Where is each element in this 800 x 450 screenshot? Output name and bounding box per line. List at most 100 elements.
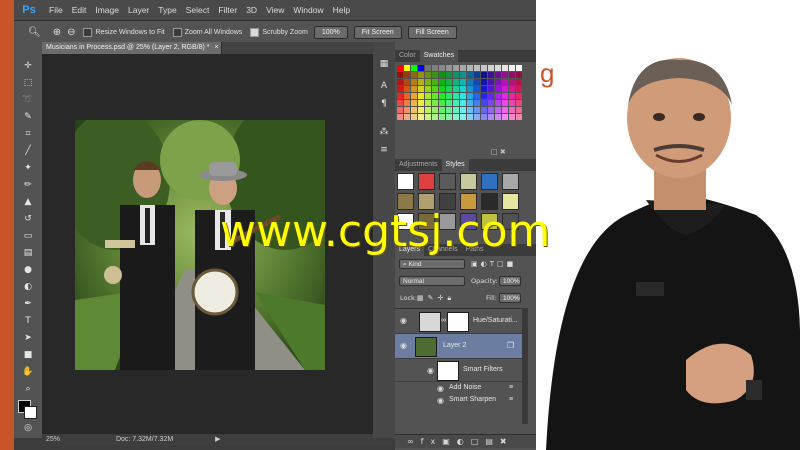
rectangle-tool-icon[interactable]: ■ [21,349,35,362]
swatch-chip[interactable] [509,100,515,106]
swatch-chip[interactable] [425,100,431,106]
visibility-eye-icon[interactable]: ◉ [437,396,444,405]
swatch-chip[interactable] [432,79,438,85]
style-preset[interactable] [460,173,477,190]
swatch-chip[interactable] [418,114,424,120]
swatch-chip[interactable] [467,72,473,78]
blending-options-icon[interactable]: ≡ [509,384,513,391]
visibility-eye-icon[interactable]: ◉ [427,366,434,375]
swatch-chip[interactable] [418,86,424,92]
swatch-chip[interactable] [411,79,417,85]
swatch-chip[interactable] [446,86,452,92]
swatch-chip[interactable] [453,65,459,71]
status-arrow-icon[interactable]: ▶ [215,436,220,443]
swatch-chip[interactable] [516,107,522,113]
swatch-chip[interactable] [411,65,417,71]
swatch-chip[interactable] [495,65,501,71]
swatch-chip[interactable] [460,86,466,92]
layer-row-hue-saturation[interactable]: ◉ ∞ Hue/Saturati... [395,309,522,334]
blend-mode-select[interactable]: Normal [399,276,465,286]
clone-stamp-tool-icon[interactable]: ▲ [21,196,35,209]
swatch-chip[interactable] [488,72,494,78]
swatch-chip[interactable] [474,93,480,99]
swatch-chip[interactable] [453,107,459,113]
swatch-chip[interactable] [418,93,424,99]
menu-filter[interactable]: Filter [218,5,237,15]
swatch-chip[interactable] [488,107,494,113]
paragraph-styles-icon[interactable]: ≡ [378,144,390,156]
brush-tool-icon[interactable]: ✏ [21,179,35,192]
swatch-chip[interactable] [404,93,410,99]
swatch-chip[interactable] [467,86,473,92]
swatch-chip[interactable] [516,79,522,85]
menu-3d[interactable]: 3D [246,5,257,15]
swatch-chip[interactable] [432,100,438,106]
filter-row-add-noise[interactable]: ◉ Add Noise ≡ [395,382,522,394]
swatch-chip[interactable] [509,86,515,92]
swatch-chip[interactable] [439,93,445,99]
swatch-chip[interactable] [509,72,515,78]
swatch-chip[interactable] [432,107,438,113]
swatch-chip[interactable] [509,114,515,120]
swatch-chip[interactable] [502,93,508,99]
swatch-chip[interactable] [439,100,445,106]
swatch-chip[interactable] [446,107,452,113]
swatch-chip[interactable] [460,114,466,120]
tab-adjustments[interactable]: Adjustments [395,159,442,171]
swatch-chip[interactable] [474,100,480,106]
dodge-tool-icon[interactable]: ◐ [21,281,35,294]
swatch-chip[interactable] [439,86,445,92]
swatch-chip[interactable] [404,65,410,71]
swatch-chip[interactable] [516,65,522,71]
swatch-chip[interactable] [474,107,480,113]
layers-scrollbar[interactable] [522,308,528,424]
swatch-chip[interactable] [446,93,452,99]
swatch-chip[interactable] [425,65,431,71]
swatch-chip[interactable] [418,79,424,85]
swatch-chip[interactable] [425,72,431,78]
swatch-chip[interactable] [397,114,403,120]
swatch-chip[interactable] [495,114,501,120]
paragraph-panel-icon[interactable]: ¶ [378,98,390,110]
swatch-chip[interactable] [453,93,459,99]
swatch-chip[interactable] [439,107,445,113]
swatch-chip[interactable] [404,79,410,85]
swatch-chip[interactable] [439,114,445,120]
swatch-chip[interactable] [460,107,466,113]
swatch-chip[interactable] [516,114,522,120]
swatch-chip[interactable] [488,86,494,92]
swatch-chip[interactable] [495,107,501,113]
fill-screen-button[interactable]: Fill Screen [407,25,457,39]
swatch-chip[interactable] [432,72,438,78]
swatch-chip[interactable] [453,100,459,106]
swatch-chip[interactable] [404,86,410,92]
background-color-swatch[interactable] [24,406,37,419]
healing-brush-tool-icon[interactable]: ✦ [21,162,35,175]
swatch-chip[interactable] [502,100,508,106]
swatch-chip[interactable] [453,72,459,78]
doc-size[interactable]: Doc: 7.32M/7.32M [116,436,173,443]
blending-options-icon[interactable]: ≡ [509,396,513,403]
swatch-chip[interactable] [439,72,445,78]
swatch-chip[interactable] [481,65,487,71]
swatch-chip[interactable] [446,72,452,78]
swatch-chip[interactable] [502,107,508,113]
swatch-chip[interactable] [425,79,431,85]
swatch-chip[interactable] [425,107,431,113]
swatch-chip[interactable] [432,93,438,99]
swatch-chip[interactable] [488,65,494,71]
lock-icons[interactable]: ▦✎✛🔒︎ [417,294,455,303]
swatch-chip[interactable] [411,86,417,92]
swatch-chip[interactable] [502,114,508,120]
swatch-chip[interactable] [418,107,424,113]
menu-layer[interactable]: Layer [128,5,149,15]
swatch-chip[interactable] [460,100,466,106]
fill-field[interactable]: 100% [499,293,521,303]
smart-filters-row[interactable]: ◉ Smart Filters [395,359,522,382]
swatch-chip[interactable] [453,86,459,92]
swatch-chip[interactable] [516,100,522,106]
fit-screen-button[interactable]: Fit Screen [353,25,402,39]
swatch-chip[interactable] [495,100,501,106]
swatch-chip[interactable] [474,65,480,71]
swatch-chip[interactable] [404,114,410,120]
